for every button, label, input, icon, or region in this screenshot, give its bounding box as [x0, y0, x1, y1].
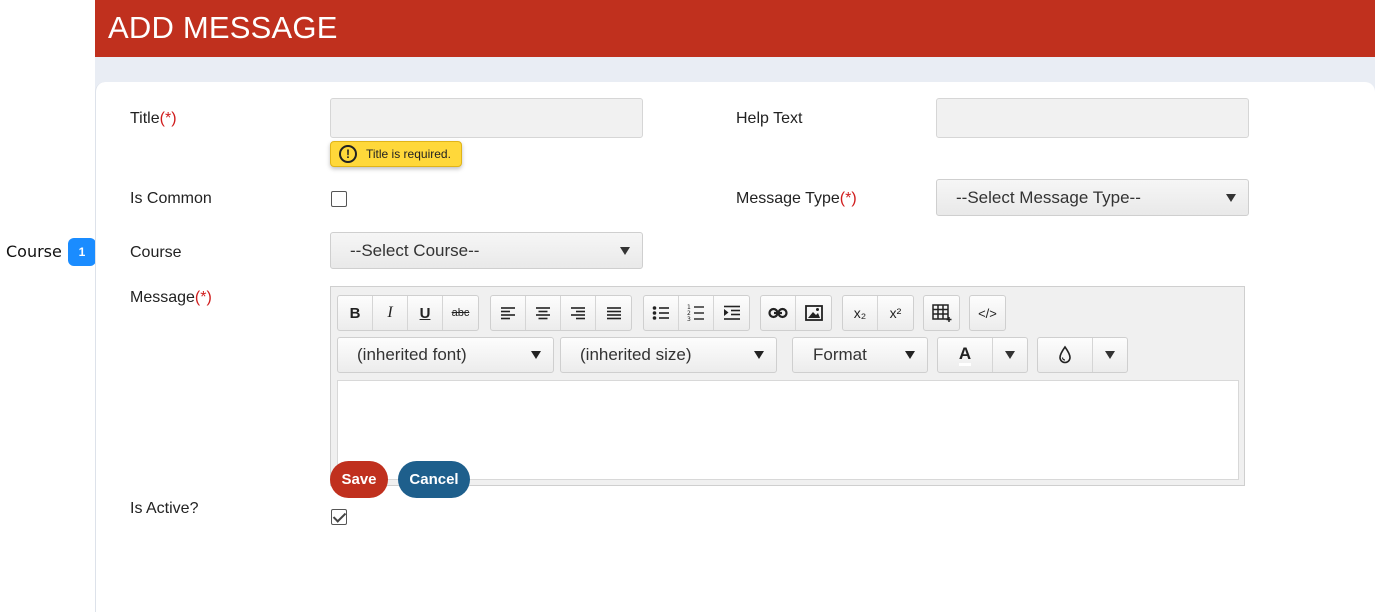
- table-button[interactable]: [924, 296, 959, 330]
- course-label: Course: [130, 244, 182, 261]
- align-right-button[interactable]: [561, 296, 596, 330]
- help-text-label: Help Text: [736, 110, 803, 127]
- image-button[interactable]: [796, 296, 831, 330]
- align-right-icon: [571, 307, 585, 320]
- chevron-down-icon: [620, 246, 630, 255]
- bullet-list-icon: [652, 306, 669, 320]
- svg-text:3: 3: [687, 316, 691, 322]
- italic-button[interactable]: I: [373, 296, 408, 330]
- bold-button[interactable]: B: [338, 296, 373, 330]
- link-button[interactable]: [761, 296, 796, 330]
- rich-text-editor: B I U abc 1 2 3 x₂ x² </> (inherited fon…: [330, 286, 1245, 486]
- table-group: [923, 295, 960, 331]
- font-size-select[interactable]: (inherited size): [560, 337, 777, 373]
- numbered-list-button[interactable]: 123: [679, 296, 714, 330]
- background-color-icon[interactable]: [1038, 338, 1093, 372]
- insert-group: [760, 295, 832, 331]
- chevron-down-icon: [1105, 351, 1115, 359]
- annotation-label: Course: [6, 242, 62, 261]
- message-type-label: Message Type(*): [736, 190, 857, 207]
- title-input[interactable]: [330, 98, 643, 138]
- chevron-down-icon: [531, 351, 541, 359]
- message-label: Message(*): [130, 289, 212, 306]
- script-group: x₂ x²: [842, 295, 914, 331]
- text-style-group: B I U abc: [337, 295, 479, 331]
- title-error-tooltip: ! Title is required.: [330, 141, 462, 167]
- align-left-icon: [501, 307, 515, 320]
- course-select[interactable]: --Select Course--: [330, 232, 643, 269]
- align-justify-icon: [606, 307, 621, 320]
- alignment-group: [490, 295, 632, 331]
- font-family-select[interactable]: (inherited font): [337, 337, 554, 373]
- page-header: ADD MESSAGE: [95, 0, 1375, 57]
- align-justify-button[interactable]: [596, 296, 631, 330]
- strikethrough-button[interactable]: abc: [443, 296, 478, 330]
- text-color-button[interactable]: A: [937, 337, 1028, 373]
- chevron-down-icon: [1005, 351, 1015, 359]
- screen: Course 1 ADD MESSAGE Title(*) ! Title is…: [0, 0, 1375, 612]
- background-color-button[interactable]: [1037, 337, 1128, 373]
- chevron-down-icon: [1226, 193, 1236, 202]
- save-button[interactable]: Save: [330, 461, 388, 498]
- underline-button[interactable]: U: [408, 296, 443, 330]
- message-type-select[interactable]: --Select Message Type--: [936, 179, 1249, 216]
- chevron-down-icon: [905, 351, 915, 359]
- source-code-button[interactable]: </>: [970, 296, 1005, 330]
- subscript-button[interactable]: x₂: [843, 296, 878, 330]
- superscript-button[interactable]: x²: [878, 296, 913, 330]
- is-common-label: Is Common: [130, 190, 212, 207]
- text-color-icon[interactable]: A: [938, 338, 993, 372]
- warning-icon: !: [339, 145, 357, 163]
- indent-button[interactable]: [714, 296, 749, 330]
- align-center-button[interactable]: [526, 296, 561, 330]
- page-title: ADD MESSAGE: [108, 10, 338, 45]
- cancel-button[interactable]: Cancel: [398, 461, 470, 498]
- form-panel: ADD MESSAGE Title(*) ! Title is required…: [95, 0, 1375, 612]
- indent-icon: [723, 305, 740, 320]
- list-group: 123: [643, 295, 750, 331]
- table-icon: [931, 304, 951, 322]
- editor-content-area[interactable]: [337, 380, 1239, 480]
- is-common-checkbox[interactable]: [331, 191, 347, 207]
- code-group: </>: [969, 295, 1006, 331]
- bullet-list-button[interactable]: [644, 296, 679, 330]
- form-card: Title(*) ! Title is required. Help Text …: [95, 82, 1375, 612]
- image-icon: [804, 305, 823, 321]
- annotation-badge: 1: [68, 238, 96, 266]
- text-color-dropdown[interactable]: [993, 338, 1027, 372]
- link-icon: [768, 307, 788, 319]
- format-select[interactable]: Format: [792, 337, 928, 373]
- chevron-down-icon: [754, 351, 764, 359]
- align-center-icon: [536, 307, 550, 320]
- droplet-icon: [1059, 345, 1071, 364]
- is-active-checkbox[interactable]: [331, 509, 347, 525]
- numbered-list-icon: 123: [687, 304, 704, 322]
- background-color-dropdown[interactable]: [1093, 338, 1127, 372]
- is-active-label: Is Active?: [130, 500, 199, 517]
- title-label: Title(*): [130, 110, 177, 127]
- help-text-input[interactable]: [936, 98, 1249, 138]
- align-left-button[interactable]: [491, 296, 526, 330]
